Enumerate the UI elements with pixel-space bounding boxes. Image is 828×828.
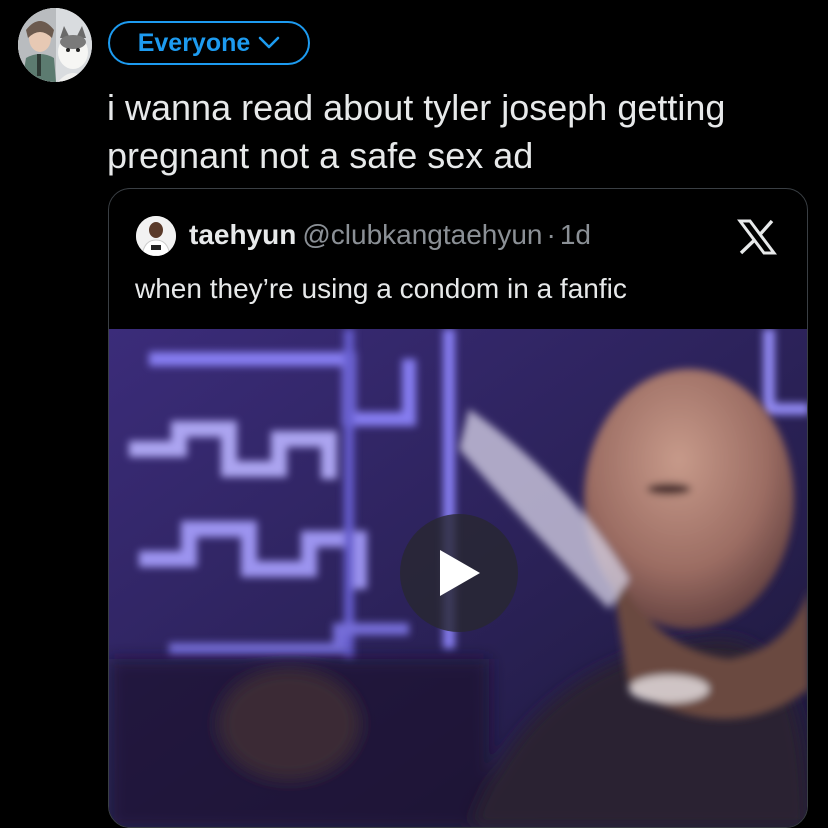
author-avatar[interactable]	[18, 8, 92, 82]
quoted-author-handle[interactable]: @clubkangtaehyun	[302, 219, 542, 250]
profile-photo-icon	[18, 8, 92, 82]
quoted-post-text: when they’re using a condom in a fanfic	[135, 273, 627, 304]
quoted-post-card[interactable]: taehyun @clubkangtaehyun · 1d when they’re …	[108, 188, 808, 828]
play-button[interactable]	[400, 514, 518, 632]
profile-photo-icon	[136, 216, 176, 256]
quoted-author-name[interactable]: taehyun	[189, 219, 296, 250]
x-logo-icon	[737, 219, 777, 255]
chevron-down-icon	[258, 36, 280, 49]
meta-separator: ·	[546, 219, 556, 250]
quoted-post-header: taehyun @clubkangtaehyun · 1d	[189, 217, 591, 253]
quoted-post-time[interactable]: 1d	[560, 219, 591, 250]
post-text: i wanna read about tyler joseph getting …	[107, 87, 726, 176]
play-icon	[440, 550, 480, 596]
audience-label: Everyone	[137, 28, 251, 57]
quoted-author-avatar[interactable]	[136, 216, 176, 256]
audience-selector-button[interactable]: Everyone	[108, 21, 310, 65]
video-player[interactable]	[109, 329, 807, 827]
